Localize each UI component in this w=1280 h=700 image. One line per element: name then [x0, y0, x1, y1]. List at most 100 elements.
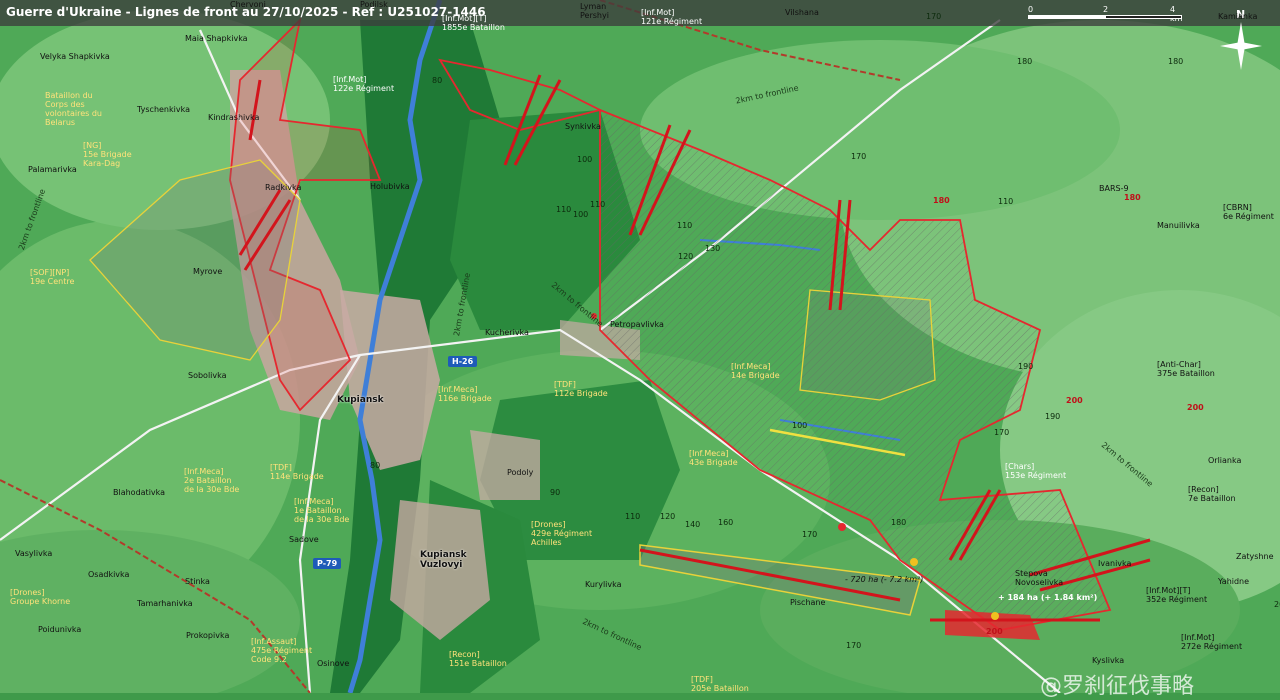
- road-p79: P-79: [313, 558, 342, 569]
- watermark: @罗刹征伐事略: [1040, 674, 1195, 699]
- altitude-label: 110: [625, 512, 641, 521]
- area-change-gain: + 184 ha (+ 1.84 km²): [998, 593, 1098, 602]
- place-label: Chervoni: [230, 0, 266, 9]
- place-label: Ivanivka: [1098, 559, 1132, 568]
- altitude-label: 100: [573, 210, 589, 219]
- place-label: Kucherivka: [485, 328, 529, 337]
- place-label: Blahodativka: [113, 488, 166, 497]
- altitude-label: 100: [792, 421, 808, 430]
- altitude-label: 90: [550, 488, 561, 497]
- scale-label-0: 0: [1028, 5, 1034, 14]
- place-label: Yahidne: [1218, 577, 1250, 586]
- contested-zone-yellow-2: [799, 289, 936, 401]
- place-label: Velyka Shapkivka: [40, 52, 110, 61]
- altitude-label: 170: [846, 641, 862, 650]
- place-label: Holubivka: [370, 182, 410, 191]
- altitude-label: 100: [577, 155, 593, 164]
- area-change-loss: - 720 ha (- 7.2 km²): [845, 575, 924, 584]
- unit-label[interactable]: [CBRN] 6e Régiment: [1223, 203, 1274, 221]
- altitude-label: 80: [432, 76, 443, 85]
- scale-segment-white: [1028, 15, 1105, 19]
- place-label: Vasylivka: [15, 549, 53, 558]
- unit-label[interactable]: [NG] 15e Brigade Kara-Dag: [83, 141, 132, 168]
- place-label: Kindrashivka: [208, 113, 260, 122]
- altitude-label: 110: [556, 205, 572, 214]
- place-label: Orlianka: [1208, 456, 1242, 465]
- altitude-label: 180: [1017, 57, 1033, 66]
- place-label: Myrove: [193, 267, 223, 276]
- unit-label[interactable]: [Chars] 153e Régiment: [1005, 462, 1066, 480]
- unit-label[interactable]: [Inf.Mot] 272e Régiment: [1181, 633, 1242, 651]
- altitude-label: 130: [705, 244, 721, 253]
- altitude-label: 180: [891, 518, 907, 527]
- map-canvas[interactable]: [0, 0, 1280, 693]
- scale-label-4km: 4 km: [1170, 5, 1182, 23]
- place-label: Kurylivka: [585, 580, 622, 589]
- unit-label[interactable]: [Inf.Assaut] 475e Régiment Code 9.2: [251, 637, 312, 664]
- place-label: Vilshana: [785, 8, 819, 17]
- altitude-label: 190: [1018, 362, 1034, 371]
- unit-label[interactable]: [Drones] 429e Régiment Achilles: [531, 520, 592, 547]
- scale-bar: 0 2 4 km: [1028, 5, 1183, 23]
- altitude-label: 200: [1274, 600, 1280, 609]
- road-h26: H-26: [448, 356, 478, 367]
- unit-label[interactable]: [Inf.Meca] 2e Bataillon de la 30e Bde: [184, 467, 239, 494]
- place-label: Poidunivka: [38, 625, 82, 634]
- place-label: Prokopivka: [186, 631, 230, 640]
- scale-segment-black: [1105, 15, 1182, 19]
- place-label: Palamarivka: [28, 165, 77, 174]
- unit-label[interactable]: [TDF] 205e Bataillon: [691, 675, 749, 693]
- place-label: Kamianka: [1218, 12, 1258, 21]
- unit-label[interactable]: [TDF] 114e Brigade: [270, 463, 324, 481]
- unit-label[interactable]: [Recon] 151e Bataillon: [449, 650, 507, 668]
- place-label: Osadkivka: [88, 570, 130, 579]
- altitude-label: 160: [718, 518, 734, 527]
- place-label: Podoly: [507, 468, 534, 477]
- unit-label[interactable]: [Inf.Mot] 122e Régiment: [333, 75, 394, 93]
- place-label: Zatyshne: [1236, 552, 1274, 561]
- unit-label[interactable]: [Inf.Mot][T] 352e Régiment: [1146, 586, 1207, 604]
- place-label: Radkivka: [265, 183, 302, 192]
- place-label: Synkivka: [565, 122, 601, 131]
- place-label: Lyman Pershyi: [580, 2, 609, 20]
- place-label: Maia Shapkivka: [185, 34, 248, 43]
- altitude-label: 190: [1045, 412, 1061, 421]
- altitude-label: 200: [986, 627, 1003, 636]
- place-label: Stinka: [185, 577, 210, 586]
- place-label: Pischane: [790, 598, 826, 607]
- place-label: Petropavlivka: [610, 320, 664, 329]
- place-label: Sadove: [289, 535, 319, 544]
- town-kupiansk: Kupiansk: [337, 395, 384, 405]
- unit-label[interactable]: [Inf.Mot] 121e Régiment: [641, 8, 702, 26]
- title-bar: Guerre d'Ukraine - Lignes de front au 27…: [0, 0, 1280, 26]
- unit-label[interactable]: Bataillon du Corps des volontaires du Be…: [45, 91, 102, 127]
- unit-label[interactable]: [SOF][NP] 19e Centre: [30, 268, 74, 286]
- unit-label[interactable]: [Inf.Meca] 14e Brigade: [731, 362, 780, 380]
- altitude-label: 170: [926, 12, 942, 21]
- place-label: Tamarhanivka: [137, 599, 193, 608]
- place-label: Sobolivka: [188, 371, 227, 380]
- unit-label[interactable]: [Inf.Meca] 1e Bataillon de la 30e Bde: [294, 497, 349, 524]
- altitude-label: 110: [677, 221, 693, 230]
- altitude-label: 180: [1124, 193, 1141, 202]
- altitude-label: 120: [660, 512, 676, 521]
- place-label: Osinove: [317, 659, 350, 668]
- altitude-label: 170: [994, 428, 1010, 437]
- altitude-label: 180: [933, 196, 950, 205]
- unit-label[interactable]: BARS-9: [1099, 184, 1129, 193]
- place-label: Stepova Novoselivka: [1015, 569, 1064, 587]
- altitude-label: 110: [998, 197, 1014, 206]
- unit-label[interactable]: [Inf.Meca] 43e Brigade: [689, 449, 738, 467]
- unit-label[interactable]: [Drones] Groupe Khorne: [10, 588, 70, 606]
- altitude-label: 180: [1168, 57, 1184, 66]
- place-label: Podilsk: [360, 0, 388, 9]
- altitude-label: 120: [678, 252, 694, 261]
- altitude-label: 80: [370, 461, 381, 470]
- unit-label[interactable]: [TDF] 112e Brigade: [554, 380, 608, 398]
- altitude-label: 170: [802, 530, 818, 539]
- unit-label[interactable]: [Recon] 7e Bataillon: [1188, 485, 1236, 503]
- unit-label[interactable]: [Inf.Meca] 116e Brigade: [438, 385, 492, 403]
- unit-label[interactable]: [Inf.Mot][T] 1855e Bataillon: [442, 14, 505, 32]
- unit-label[interactable]: [Anti-Char] 375e Bataillon: [1157, 360, 1215, 378]
- altitude-label: 200: [1187, 403, 1204, 412]
